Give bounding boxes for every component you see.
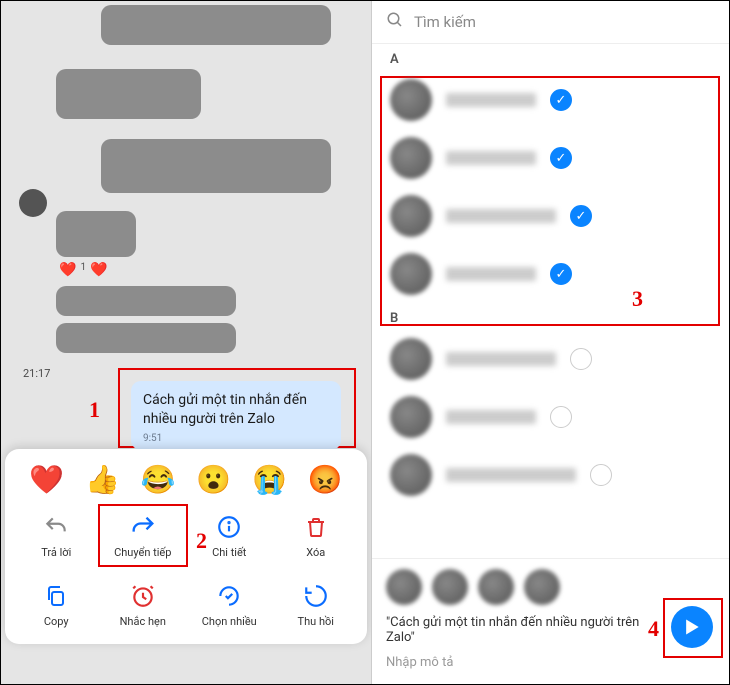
annotation-box-3 <box>380 76 720 326</box>
contact-name <box>446 410 536 424</box>
action-sheet: ❤️ 👍 😂 😮 😭 😡 Trả lời Chuyển tiếp Chi tiế… <box>5 449 367 644</box>
wow-emoji[interactable]: 😮 <box>196 463 231 496</box>
checkbox-off[interactable] <box>550 406 572 428</box>
message-text: Cách gửi một tin nhắn đến nhiều người tr… <box>143 391 329 429</box>
reminder-action[interactable]: Nhắc hẹn <box>100 577 187 632</box>
avatar <box>390 195 432 237</box>
contact-list[interactable]: A 3 ✓ ✓ ✓ ✓ B <box>372 44 729 558</box>
copy-action[interactable]: Copy <box>13 577 100 632</box>
search-icon <box>386 11 404 33</box>
compose-area: "Cách gửi một tin nhắn đến nhiều người t… <box>372 558 729 684</box>
contact-row[interactable] <box>372 330 729 388</box>
annotation-3: 3 <box>632 286 643 312</box>
angry-emoji[interactable]: 😡 <box>308 463 343 496</box>
contact-name <box>446 468 576 482</box>
avatar <box>390 79 432 121</box>
contact-name <box>446 151 536 165</box>
heart-emoji[interactable]: ❤️ <box>29 463 64 496</box>
contact-name <box>446 93 536 107</box>
multiselect-icon <box>214 581 244 611</box>
multiselect-action[interactable]: Chọn nhiều <box>186 577 273 632</box>
checkbox-off[interactable] <box>570 348 592 370</box>
avatar <box>390 253 432 295</box>
avatar[interactable] <box>386 569 422 605</box>
avatar[interactable] <box>432 569 468 605</box>
annotation-4: 4 <box>648 616 659 642</box>
message-time: 9:51 <box>143 433 329 444</box>
contact-row[interactable] <box>372 446 729 504</box>
forward-action[interactable]: Chuyển tiếp <box>100 508 187 563</box>
checkbox-off[interactable] <box>590 464 612 486</box>
contact-row[interactable] <box>372 388 729 446</box>
forward-panel: A 3 ✓ ✓ ✓ ✓ B <box>371 1 729 684</box>
recall-action[interactable]: Thu hồi <box>273 577 360 632</box>
contact-name <box>446 352 556 366</box>
send-button[interactable] <box>671 606 713 648</box>
clock-icon <box>128 581 158 611</box>
annotation-1: 1 <box>89 397 100 423</box>
contact-name <box>446 267 536 281</box>
avatar <box>390 454 432 496</box>
selected-message[interactable]: Cách gửi một tin nhắn đến nhiều người tr… <box>131 381 341 450</box>
chat-panel: 21:17 ❤️1❤️ 1 Cách gửi một tin nhắn đến … <box>1 1 371 684</box>
thumbsup-emoji[interactable]: 👍 <box>85 463 120 496</box>
annotation-box-2 <box>98 504 189 567</box>
reactions: ❤️1❤️ <box>59 262 108 278</box>
reply-icon <box>41 512 71 542</box>
section-header-a: A <box>372 44 729 71</box>
search-bar <box>372 1 729 44</box>
info-icon <box>214 512 244 542</box>
laugh-emoji[interactable]: 😂 <box>141 463 176 496</box>
trash-icon <box>301 512 331 542</box>
send-icon <box>682 617 702 637</box>
contact-name <box>446 209 556 223</box>
avatar[interactable] <box>524 569 560 605</box>
avatar <box>390 338 432 380</box>
cry-emoji[interactable]: 😭 <box>252 463 287 496</box>
annotation-2: 2 <box>196 528 207 554</box>
avatar <box>390 396 432 438</box>
delete-action[interactable]: Xóa <box>273 508 360 563</box>
recall-icon <box>301 581 331 611</box>
emoji-reactions: ❤️ 👍 😂 😮 😭 😡 <box>13 459 359 508</box>
avatar <box>390 137 432 179</box>
copy-icon <box>41 581 71 611</box>
reply-action[interactable]: Trả lời <box>13 508 100 563</box>
search-input[interactable] <box>414 13 715 31</box>
avatar[interactable] <box>478 569 514 605</box>
